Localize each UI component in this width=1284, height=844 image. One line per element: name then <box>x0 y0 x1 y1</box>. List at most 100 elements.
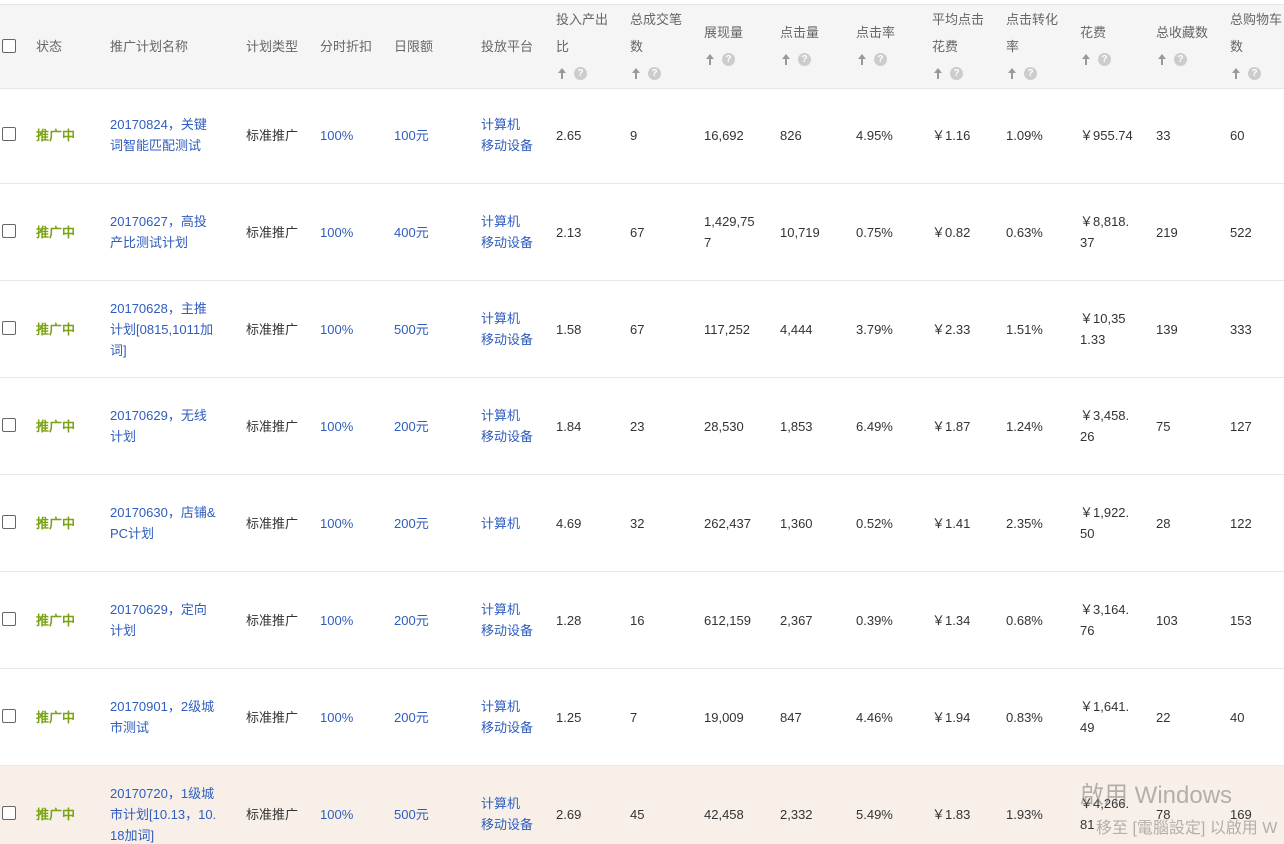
header-total-deals[interactable]: 总成交笔 数 ? <box>630 6 682 87</box>
clicks-value-line: 4,444 <box>780 321 813 337</box>
platform-link[interactable]: 计算机 移动设备 <box>481 308 533 350</box>
sort-arrow-icon[interactable] <box>780 53 792 66</box>
status-text-line: 推广中 <box>36 224 76 240</box>
daily-limit-link[interactable]: 200元 <box>394 707 429 728</box>
avg-cpc-value: ￥1.83 <box>932 804 970 825</box>
platform-link[interactable]: 计算机 移动设备 <box>481 599 533 641</box>
row-checkbox[interactable] <box>2 224 16 238</box>
clicks-value: 1,360 <box>780 513 813 534</box>
total-deals-value-cell: 45 <box>630 766 644 844</box>
plan-name-link[interactable]: 20170629，定向 计划 <box>110 599 207 641</box>
sort-arrow-icon[interactable] <box>1156 53 1168 66</box>
platform-link-line: 计算机 <box>481 796 521 811</box>
daily-limit-link[interactable]: 400元 <box>394 222 429 243</box>
select-all-checkbox[interactable] <box>2 39 16 53</box>
row-checkbox[interactable] <box>2 127 16 141</box>
sort-arrow-icon[interactable] <box>1230 67 1242 80</box>
roi-value-line: 1.84 <box>556 418 582 434</box>
sort-arrow-icon[interactable] <box>704 53 716 66</box>
header-favorites[interactable]: 总收藏数 ? <box>1156 19 1208 73</box>
row-checkbox[interactable] <box>2 515 16 529</box>
help-icon[interactable]: ? <box>1174 53 1187 66</box>
row-checkbox[interactable] <box>2 806 16 820</box>
platform-link[interactable]: 计算机 移动设备 <box>481 114 533 156</box>
daily-limit-link[interactable]: 500元 <box>394 319 429 340</box>
plan-name-link[interactable]: 20170629，无线 计划 <box>110 405 207 447</box>
impressions-value-cell: 612,159 <box>704 572 751 668</box>
time-discount-link[interactable]: 100% <box>320 804 353 825</box>
avg-cpc-value-cell: ￥1.94 <box>932 669 970 765</box>
row-checkbox[interactable] <box>2 709 16 723</box>
plan-name-link[interactable]: 20170627，高投 产比测试计划 <box>110 211 207 253</box>
sort-arrow-icon[interactable] <box>1080 53 1092 66</box>
daily-limit-link[interactable]: 500元 <box>394 804 429 825</box>
help-icon[interactable]: ? <box>1024 67 1037 80</box>
help-icon[interactable]: ? <box>950 67 963 80</box>
ctr-value-line: 4.46% <box>856 709 893 725</box>
plan-name-link[interactable]: 20170901，2级城 市测试 <box>110 696 214 738</box>
header-avg-cpc[interactable]: 平均点击 花费 ? <box>932 6 984 87</box>
table-row: 推广中 20170824，关键 词智能匹配测试 标准推广 100% 100元 计算机 移动设备… <box>0 87 1284 184</box>
cvr-value: 2.35% <box>1006 513 1043 534</box>
time-discount-link[interactable]: 100% <box>320 416 353 437</box>
clicks-value: 2,367 <box>780 610 813 631</box>
impressions-value: 42,458 <box>704 804 744 825</box>
plan-name-link[interactable]: 20170720，1级城 市计划[10.13，10. 18加词] <box>110 783 216 844</box>
ctr-value: 4.46% <box>856 707 893 728</box>
sort-arrow-icon[interactable] <box>932 67 944 80</box>
plan-name-link[interactable]: 20170824，关键 词智能匹配测试 <box>110 114 207 156</box>
help-icon[interactable]: ? <box>798 53 811 66</box>
header-cost[interactable]: 花费 ? <box>1080 19 1111 73</box>
header-roi[interactable]: 投入产出 比 ? <box>556 6 608 87</box>
header-cvr[interactable]: 点击转化 率 ? <box>1006 6 1058 87</box>
cost-value-line: 37 <box>1080 235 1095 250</box>
plan-type-text: 标准推广 <box>246 416 298 437</box>
platform-link[interactable]: 计算机 <box>481 513 520 534</box>
plan-name-link-line: 计划 <box>110 429 137 444</box>
help-icon[interactable]: ? <box>1098 53 1111 66</box>
row-checkbox[interactable] <box>2 418 16 432</box>
platform-link[interactable]: 计算机 移动设备 <box>481 211 533 253</box>
sort-arrow-icon[interactable] <box>856 53 868 66</box>
platform-link[interactable]: 计算机 移动设备 <box>481 696 533 738</box>
time-discount-link[interactable]: 100% <box>320 319 353 340</box>
sort-arrow-icon[interactable] <box>630 67 642 80</box>
favorites-value: 219 <box>1156 222 1178 243</box>
time-discount-link[interactable]: 100% <box>320 610 353 631</box>
daily-limit-link[interactable]: 200元 <box>394 513 429 534</box>
daily-limit-link[interactable]: 200元 <box>394 416 429 437</box>
daily-limit-link[interactable]: 100元 <box>394 125 429 146</box>
help-icon[interactable]: ? <box>648 67 661 80</box>
time-discount-link[interactable]: 100% <box>320 707 353 728</box>
total-deals-value: 9 <box>630 125 637 146</box>
daily-limit-link[interactable]: 200元 <box>394 610 429 631</box>
time-discount-link[interactable]: 100% <box>320 222 353 243</box>
platform-link[interactable]: 计算机 移动设备 <box>481 793 533 835</box>
cvr-value: 0.68% <box>1006 610 1043 631</box>
sort-arrow-icon[interactable] <box>556 67 568 80</box>
platform-link[interactable]: 计算机 移动设备 <box>481 405 533 447</box>
plan-name-link[interactable]: 20170628，主推 计划[0815,1011加 词] <box>110 298 213 361</box>
roi-value: 2.69 <box>556 804 581 825</box>
time-discount-link[interactable]: 100% <box>320 513 353 534</box>
row-checkbox[interactable] <box>2 321 16 335</box>
ctr-value-line: 0.52% <box>856 515 893 531</box>
header-impressions[interactable]: 展现量 ? <box>704 19 743 73</box>
impressions-value-line: 16,692 <box>704 127 744 143</box>
plan-type-text-cell: 标准推广 <box>246 572 298 668</box>
header-clicks[interactable]: 点击量 ? <box>780 19 819 73</box>
header-cart[interactable]: 总购物车 数 ? <box>1230 6 1282 87</box>
help-icon[interactable]: ? <box>722 53 735 66</box>
help-icon[interactable]: ? <box>574 67 587 80</box>
plan-name-link[interactable]: 20170630，店铺& PC计划 <box>110 502 216 544</box>
help-icon[interactable]: ? <box>874 53 887 66</box>
sort-arrow-icon[interactable] <box>1006 67 1018 80</box>
help-icon[interactable]: ? <box>1248 67 1261 80</box>
cart-value-cell: 60 <box>1230 87 1244 183</box>
row-checkbox[interactable] <box>2 612 16 626</box>
plan-type-text-line: 标准推广 <box>246 224 299 240</box>
header-ctr[interactable]: 点击率 ? <box>856 19 895 73</box>
favorites-value-line: 28 <box>1156 515 1171 531</box>
status-text-line: 推广中 <box>36 515 76 531</box>
time-discount-link[interactable]: 100% <box>320 125 353 146</box>
